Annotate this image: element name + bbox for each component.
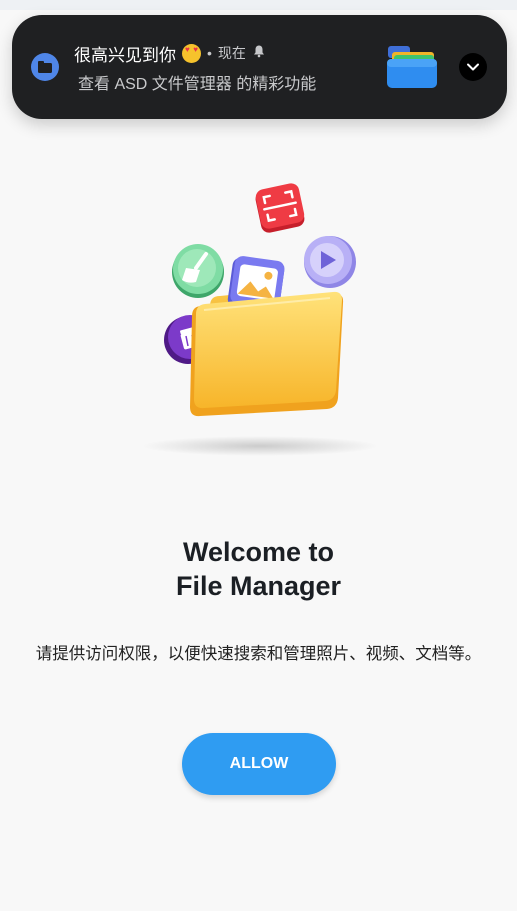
folder-thumbnail-icon [384,42,440,92]
notification-header: 很高兴见到你 • 现在 [74,42,266,65]
folder-icon [190,291,344,417]
notification-title: 很高兴见到你 [74,45,176,65]
notification-time: 现在 [217,45,246,61]
notification-separator: • [207,45,212,61]
broom-icon [172,244,224,298]
permission-description: 请提供访问权限，以便快速搜索和管理照片、视频、文档等。 [35,645,482,663]
scan-icon [255,183,305,233]
welcome-illustration [140,180,380,470]
play-icon [304,236,356,288]
chevron-down-icon [467,63,479,71]
allow-button[interactable]: ALLOW [182,733,336,795]
status-bar [0,0,517,10]
heart-eyes-emoji-icon [182,43,201,63]
welcome-line-1: Welcome to [182,537,335,567]
expand-button[interactable] [459,53,487,81]
welcome-line-2: File Manager [175,571,342,601]
notification-body: 查看 ASD 文件管理器 的精彩功能 [78,76,317,93]
notification-card[interactable]: 很高兴见到你 • 现在 查看 ASD 文件管理器 的精彩功能 [12,15,507,119]
folder-app-icon [31,53,59,81]
bell-icon [252,43,266,63]
welcome-heading: Welcome to File Manager [0,535,517,603]
